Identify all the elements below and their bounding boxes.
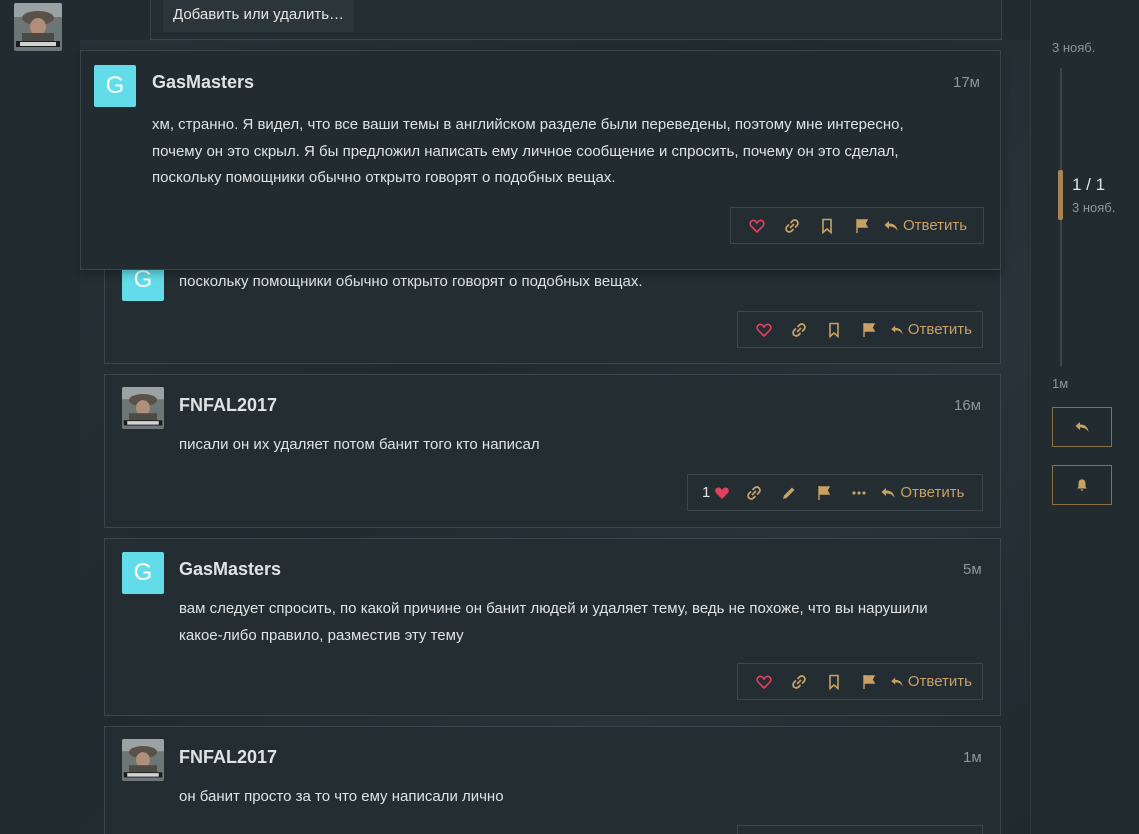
post-actions: Ответить bbox=[730, 207, 984, 244]
timeline-position: 1 / 1 bbox=[1072, 175, 1106, 194]
username[interactable]: FNFAL2017 bbox=[179, 747, 277, 768]
link-icon[interactable] bbox=[781, 664, 816, 699]
avatar[interactable] bbox=[122, 739, 164, 781]
like-count: 1 bbox=[702, 484, 711, 501]
top-composer-box: Добавить или удалить… bbox=[150, 0, 1002, 40]
post: FNFAL2017 1м он банит просто за то что е… bbox=[104, 726, 1001, 834]
post-floating: G GasMasters 17м хм, странно. Я видел, ч… bbox=[80, 50, 1001, 270]
post-line: писали он их удаляет потом банит того кт… bbox=[179, 436, 540, 453]
reply-button[interactable]: Ответить bbox=[876, 475, 966, 510]
reply-label: Ответить bbox=[907, 673, 972, 690]
post-actions bbox=[737, 825, 983, 834]
timeline-start-date[interactable]: 3 нояб. bbox=[1052, 40, 1095, 55]
like-icon[interactable] bbox=[739, 208, 774, 243]
post-line: поскольку помощники обычно открыто говор… bbox=[152, 169, 616, 186]
timeline-end-label[interactable]: 1м bbox=[1052, 376, 1068, 391]
username[interactable]: GasMasters bbox=[152, 72, 254, 93]
username[interactable]: FNFAL2017 bbox=[179, 395, 277, 416]
like-icon[interactable] bbox=[746, 664, 781, 699]
topic-reply-button[interactable] bbox=[1052, 407, 1112, 447]
link-icon[interactable] bbox=[781, 312, 816, 347]
reply-button[interactable]: Ответить bbox=[879, 208, 969, 243]
reply-button[interactable]: Ответить bbox=[886, 312, 974, 347]
flag-icon[interactable] bbox=[851, 664, 886, 699]
post-line: он банит просто за то что ему написали л… bbox=[179, 788, 504, 805]
avatar[interactable]: G bbox=[122, 552, 164, 594]
post-line: какое-либо правило, разместив эту тему bbox=[179, 626, 464, 644]
post-actions: Ответить bbox=[737, 663, 983, 700]
bookmark-icon[interactable] bbox=[816, 312, 851, 347]
post-time[interactable]: 5м bbox=[963, 561, 982, 578]
current-user-avatar[interactable] bbox=[14, 3, 62, 51]
username[interactable]: GasMasters bbox=[179, 559, 281, 580]
avatar-letter: G bbox=[105, 72, 125, 99]
heart-icon bbox=[715, 486, 730, 499]
reply-icon bbox=[1075, 422, 1089, 432]
more-icon[interactable] bbox=[841, 475, 876, 510]
link-icon[interactable] bbox=[774, 208, 809, 243]
add-remove-button[interactable]: Добавить или удалить… bbox=[163, 0, 355, 32]
reply-label: Ответить bbox=[900, 484, 965, 501]
post-time[interactable]: 1м bbox=[963, 749, 982, 766]
avatar[interactable] bbox=[122, 387, 164, 429]
reply-label: Ответить bbox=[907, 321, 972, 338]
avatar[interactable]: G bbox=[94, 65, 136, 107]
reply-button[interactable]: Ответить bbox=[886, 664, 974, 699]
post-text: писали он их удаляет потом банит того кт… bbox=[179, 432, 540, 459]
timeline-position-date: 3 нояб. bbox=[1072, 200, 1116, 215]
flag-icon[interactable] bbox=[806, 475, 841, 510]
bell-icon bbox=[1077, 479, 1087, 491]
timeline-handle[interactable] bbox=[1058, 170, 1063, 220]
post-line: почему он это скрыл. Я бы предложил напи… bbox=[152, 142, 899, 160]
like-button[interactable]: 1 bbox=[696, 475, 736, 510]
post: FNFAL2017 16м писали он их удаляет потом… bbox=[104, 374, 1001, 528]
post-time[interactable]: 17м bbox=[953, 74, 980, 91]
notification-button[interactable] bbox=[1052, 465, 1112, 505]
link-icon[interactable] bbox=[736, 475, 771, 510]
post-text: поскольку помощники обычно открыто говор… bbox=[179, 273, 643, 290]
post-text: хм, странно. Я видел, что все ваши темы … bbox=[152, 112, 982, 192]
flag-icon[interactable] bbox=[844, 208, 879, 243]
post: G GasMasters 5м вам следует спросить, по… bbox=[104, 538, 1001, 716]
bookmark-icon[interactable] bbox=[816, 664, 851, 699]
avatar-letter: G bbox=[133, 559, 153, 586]
post-text: он банит просто за то что ему написали л… bbox=[179, 784, 504, 811]
like-icon[interactable] bbox=[746, 312, 781, 347]
avatar-letter: G bbox=[133, 266, 153, 293]
bookmark-icon[interactable] bbox=[809, 208, 844, 243]
flag-icon[interactable] bbox=[851, 312, 886, 347]
sidebar-divider bbox=[1030, 0, 1031, 834]
post-line: хм, странно. Я видел, что все ваши темы … bbox=[152, 116, 904, 133]
post-actions: 1 Ответить bbox=[687, 474, 983, 511]
reply-label: Ответить bbox=[903, 217, 968, 234]
post-text: вам следует спросить, по какой причине о… bbox=[179, 596, 989, 649]
post-line: вам следует спросить, по какой причине о… bbox=[179, 600, 928, 617]
post-actions: Ответить bbox=[737, 311, 983, 348]
edit-icon[interactable] bbox=[771, 475, 806, 510]
post-time[interactable]: 16м bbox=[954, 397, 981, 414]
